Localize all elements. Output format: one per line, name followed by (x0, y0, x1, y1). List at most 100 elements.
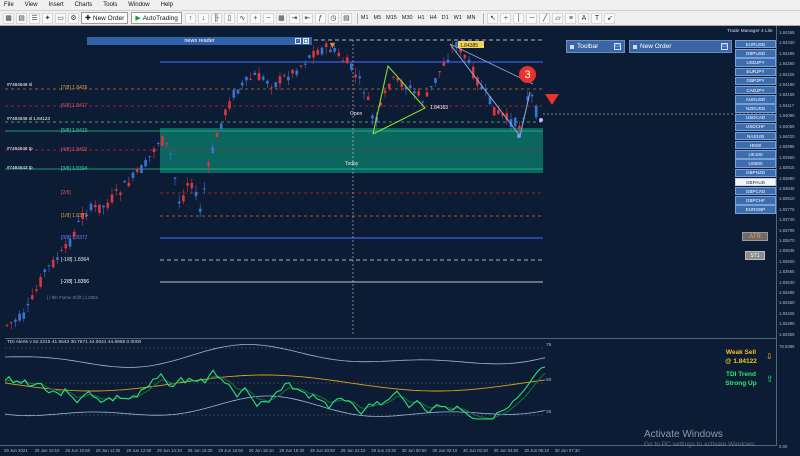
order-label-2: #7484646 sl 1.84123 (7, 116, 50, 121)
st1-button[interactable]: ST1 (745, 251, 765, 260)
market-watch-icon[interactable]: ☰ (29, 12, 40, 24)
autotrading-button[interactable]: ▶ AutoTrading (131, 12, 182, 24)
timeframe-m15[interactable]: M15 (386, 15, 397, 21)
candle-body (429, 86, 433, 88)
templates-icon[interactable]: ▤ (340, 12, 352, 24)
vertical-line-icon[interactable]: │ (513, 12, 525, 24)
panel-restore-icon[interactable]: ▭ (614, 43, 621, 50)
time-tick: 29 Jun 15:30 (187, 448, 213, 453)
symbol-button-gbpcad[interactable]: GBPCAD (735, 187, 776, 196)
activate-windows-watermark: Activate Windows (644, 429, 723, 440)
candle-body (152, 148, 156, 153)
label-icon[interactable]: T (591, 12, 603, 24)
timeframe-m30[interactable]: M30 (402, 15, 413, 21)
symbol-button-gbpusd[interactable]: GBPUSD (735, 49, 776, 58)
menu-item-tools[interactable]: Tools (103, 2, 117, 8)
symbol-button-usdchf[interactable]: USDCHF (735, 122, 776, 132)
candle-body (299, 65, 303, 67)
panel-restore-icon[interactable]: ▭ (721, 43, 728, 50)
crosshair-icon[interactable]: + (500, 12, 512, 24)
new-order-panel[interactable]: New Order ▭ (629, 40, 732, 53)
symbol-button-eurgbp[interactable]: EURGBP (735, 205, 776, 214)
horizontal-line-icon[interactable]: ─ (526, 12, 538, 24)
timeframe-d1[interactable]: D1 (442, 15, 449, 21)
news-reader-bar[interactable]: news reader − ▣ (87, 37, 312, 45)
candle-body (186, 183, 189, 186)
arrows-icon[interactable]: ➹ (604, 12, 616, 24)
symbol-button-us500[interactable]: US500 (735, 159, 776, 168)
tester-icon[interactable]: ⚙ (68, 12, 79, 24)
candle-body (156, 143, 160, 145)
zoom-in-icon[interactable]: + (249, 12, 261, 24)
symbol-button-hk50[interactable]: HK50 (735, 141, 776, 150)
menu-item-charts[interactable]: Charts (75, 2, 93, 8)
trendline-icon[interactable]: ╱ (539, 12, 551, 24)
periods-icon[interactable]: ◷ (327, 12, 339, 24)
timeframe-m5[interactable]: M5 (374, 15, 382, 21)
menu-item-file[interactable]: File (4, 2, 14, 8)
candle-body (190, 182, 194, 189)
fibo-icon[interactable]: ≡ (565, 12, 577, 24)
price-tick: 1.83810 (779, 196, 795, 202)
zoom-out-icon[interactable]: − (262, 12, 274, 24)
channel-icon[interactable]: ▱ (552, 12, 564, 24)
autoscroll-icon[interactable]: ⇥ (288, 12, 300, 24)
sell-icon[interactable]: ↓ (197, 12, 209, 24)
symbol-button-eurjpy[interactable]: EURJPY (735, 67, 776, 76)
timeframe-mn[interactable]: MN (467, 15, 476, 21)
text-icon[interactable]: A (578, 12, 590, 24)
timeframe-m1[interactable]: M1 (361, 15, 369, 21)
timeframe-h1[interactable]: H1 (418, 15, 425, 21)
price-tick: 1.83565 (779, 269, 795, 275)
window-icon[interactable]: ▣ (303, 38, 309, 44)
menu-bar: File View Insert Charts Tools Window Help (0, 0, 800, 11)
price-tick: 0.00 (779, 444, 788, 449)
line-chart-icon[interactable]: ∿ (236, 12, 248, 24)
symbol-button-audusd[interactable]: AUDUSD (735, 95, 776, 104)
symbol-button-usdjpy[interactable]: USDJPY (735, 58, 776, 67)
candle-body (530, 94, 534, 97)
exit-marker (539, 118, 543, 122)
menu-item-view[interactable]: View (25, 2, 38, 8)
symbol-button-gbpnzd[interactable]: GBPNZD (735, 168, 776, 178)
level-label: 75 (546, 343, 552, 348)
tile-icon[interactable]: ▦ (275, 12, 287, 24)
symbol-button-gbpaud[interactable]: GBPAUD (735, 177, 776, 187)
indicators-icon[interactable]: ƒ (314, 12, 326, 24)
price-chart[interactable]: ▼ 1.84385 1.84163 #7484648 sl #7484646 s… (5, 26, 776, 336)
menu-item-window[interactable]: Window (128, 2, 149, 8)
new-chart-icon[interactable]: ▦ (3, 12, 14, 24)
toolbar-panel[interactable]: Toolbar ▭ (566, 40, 625, 53)
candles-icon[interactable]: ▯ (223, 12, 235, 24)
profiles-icon[interactable]: ▤ (16, 12, 27, 24)
menu-item-insert[interactable]: Insert (49, 2, 64, 8)
buy-icon[interactable]: ↑ (184, 12, 196, 24)
terminal-icon[interactable]: ▭ (55, 12, 66, 24)
symbol-button-nas100[interactable]: NAS100 (735, 131, 776, 141)
candle-body (114, 189, 118, 191)
cursor-icon[interactable]: ↖ (487, 12, 499, 24)
new-order-button[interactable]: ✚ New Order (81, 12, 129, 24)
symbol-button-gbpchf[interactable]: GBPCHF (735, 196, 776, 205)
murrey-label: [3/8] 1.8394 (61, 166, 88, 172)
timeframe-h4[interactable]: H4 (430, 15, 437, 21)
time-tick: 29 Jun 22:10 (340, 448, 366, 453)
symbol-button-nzdusd[interactable]: NZDUSD (735, 104, 776, 113)
timeframe-w1[interactable]: W1 (454, 15, 462, 21)
symbol-button-uk100[interactable]: UK100 (735, 150, 776, 159)
symbol-button-usdcad[interactable]: USDCAD (735, 113, 776, 122)
symbol-button-cadjpy[interactable]: CADJPY (735, 85, 776, 95)
candle-body (316, 49, 320, 55)
bar-chart-icon[interactable]: ╟ (210, 12, 222, 24)
menu-item-help[interactable]: Help (161, 2, 173, 8)
shift-icon[interactable]: ⇤ (301, 12, 313, 24)
candle-body (140, 165, 143, 174)
minimize-icon[interactable]: − (295, 38, 301, 44)
navigator-icon[interactable]: ✦ (42, 12, 53, 24)
candle-body (148, 156, 152, 158)
symbol-button-eurusd[interactable]: EURUSD (735, 40, 776, 49)
atr-button[interactable]: ATR (742, 232, 768, 241)
top-price-tag-text: 1.84385 (460, 43, 478, 49)
symbol-button-gbpjpy[interactable]: GBPJPY (735, 76, 776, 86)
candle-body (261, 76, 265, 80)
